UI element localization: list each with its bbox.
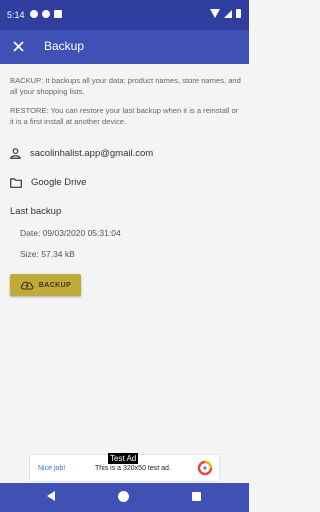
system-nav-bar — [0, 483, 249, 512]
last-backup-size: Size: 57.34 kB — [20, 249, 75, 259]
last-backup-title: Last backup — [10, 206, 62, 217]
status-time: 5:14 — [7, 10, 25, 20]
storage-label: Google Drive — [31, 177, 87, 188]
cloud-upload-icon — [20, 281, 34, 290]
page-title: Backup — [44, 39, 85, 53]
backup-button-label: BACKUP — [38, 281, 72, 289]
folder-icon — [10, 177, 22, 188]
app-bar: Backup — [0, 30, 249, 64]
person-icon — [10, 148, 21, 159]
system-icons — [210, 9, 241, 18]
sd-card-icon — [54, 10, 62, 18]
sync-icon — [42, 10, 50, 18]
account-email: sacolinhalist.app@gmail.com — [30, 148, 154, 159]
signal-icon — [224, 9, 232, 18]
status-bar: 5:14 — [0, 0, 249, 30]
recent-apps-icon[interactable] — [192, 492, 201, 501]
battery-icon — [236, 9, 241, 18]
backup-description: BACKUP: It backups all your data: produc… — [10, 76, 241, 96]
restore-description: RESTORE: You can restore your last backu… — [10, 106, 239, 126]
notification-icons — [30, 10, 62, 18]
ad-text: This is a 320x50 test ad. — [95, 465, 171, 472]
notification-icon — [30, 10, 38, 18]
home-icon[interactable] — [118, 491, 129, 502]
back-icon[interactable] — [47, 491, 55, 501]
backup-content: BACKUP: It backups all your data: produc… — [10, 76, 242, 296]
account-row[interactable]: sacolinhalist.app@gmail.com — [10, 148, 153, 159]
close-button[interactable] — [8, 36, 28, 56]
backup-button[interactable]: BACKUP — [10, 274, 81, 296]
storage-row[interactable]: Google Drive — [10, 177, 86, 188]
test-ad-badge: Test Ad — [108, 453, 139, 464]
close-icon — [12, 40, 24, 52]
ad-nice-label: Nice job! — [38, 465, 66, 472]
wifi-icon — [210, 9, 220, 18]
last-backup-date: Date: 09/03/2020 05:31:04 — [20, 228, 121, 238]
ad-logo-icon — [197, 460, 213, 476]
